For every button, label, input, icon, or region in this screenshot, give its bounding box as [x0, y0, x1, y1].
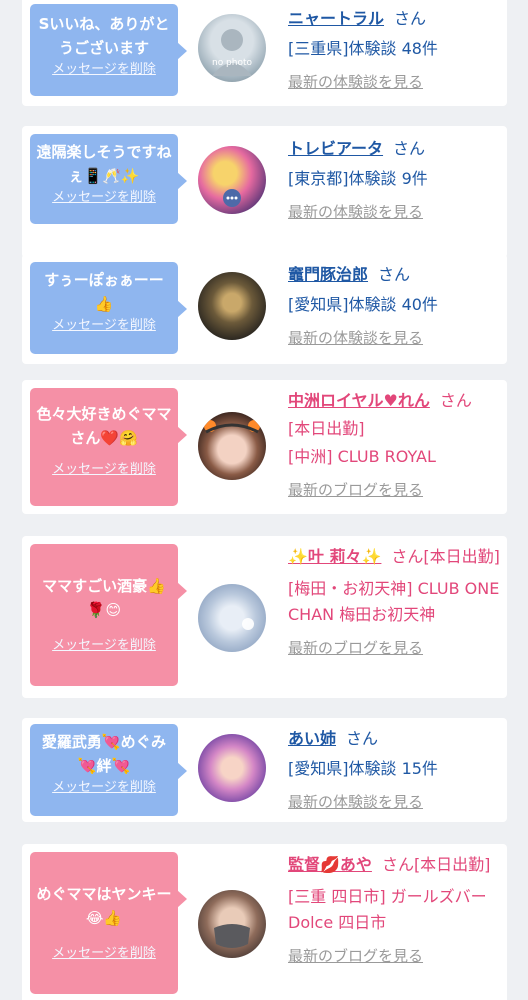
latest-link[interactable]: 最新のブログを見る [288, 478, 501, 502]
message-bubble: 色々大好きめぐママさん❤️🤗 メッセージを削除 [30, 388, 187, 506]
user-name-link[interactable]: トレビアータ [288, 139, 383, 158]
user-name-link[interactable]: ✨叶 莉々✨ [288, 547, 381, 566]
user-shop: [三重 四日市] ガールズバー Dolce 四日市 [288, 887, 487, 932]
message-text: 色々大好きめぐママさん❤️🤗 [36, 405, 172, 447]
user-info: ニャートラル さん [三重県]体験談 48件 最新の体験談を見る [288, 6, 501, 94]
message-bubble: 愛羅武勇💘めぐみ💘絆💘 メッセージを削除 [30, 724, 187, 816]
avatar[interactable] [198, 584, 266, 652]
avatar[interactable] [198, 890, 266, 958]
user-detail: [東京都]体験談 9件 [288, 169, 428, 188]
latest-link[interactable]: 最新のブログを見る [288, 636, 501, 660]
flower-icon [242, 618, 254, 630]
user-info: あい姉 さん [愛知県]体験談 15件 最新の体験談を見る [288, 726, 501, 814]
message-bubble: Sいいね、ありがとうございます メッセージを削除 [30, 4, 187, 96]
avatar[interactable] [198, 734, 266, 802]
honorific: さん[本日出勤] [381, 855, 491, 874]
delete-message-link[interactable]: メッセージを削除 [36, 188, 172, 208]
user-status: [本日出勤] [288, 419, 365, 438]
message-bubble: めぐママはヤンキー😂👍 メッセージを削除 [30, 852, 187, 994]
user-shop: [中洲] CLUB ROYAL [288, 447, 436, 466]
message-bubble: すぅーぽぉぁーー👍 メッセージを削除 [30, 262, 187, 354]
message-text: めぐママはヤンキー😂👍 [36, 885, 172, 927]
user-name-link[interactable]: ニャートラル [288, 9, 384, 28]
avatar[interactable]: no photo [198, 14, 266, 82]
latest-link[interactable]: 最新の体験談を見る [288, 790, 501, 814]
list-item: すぅーぽぉぁーー👍 メッセージを削除 竈門豚治郎 さん [愛知県]体験談 40件 … [22, 254, 507, 364]
svg-text:no photo: no photo [212, 58, 253, 68]
latest-link[interactable]: 最新の体験談を見る [288, 70, 501, 94]
user-info: 監督💋あや さん[本日出勤] [三重 四日市] ガールズバー Dolce 四日市 … [288, 852, 501, 968]
message-text: Sいいね、ありがとうございます [38, 15, 170, 57]
delete-message-link[interactable]: メッセージを削除 [36, 636, 172, 656]
message-text: 愛羅武勇💘めぐみ💘絆💘 [41, 733, 167, 775]
list-item: 愛羅武勇💘めぐみ💘絆💘 メッセージを削除 あい姉 さん [愛知県]体験談 15件 … [22, 718, 507, 822]
mask-icon [214, 924, 250, 948]
delete-message-link[interactable]: メッセージを削除 [36, 316, 172, 336]
user-detail: [愛知県]体験談 40件 [288, 295, 438, 314]
honorific: さん [378, 265, 411, 284]
user-detail: [三重県]体験談 48件 [288, 39, 438, 58]
honorific: さん [394, 9, 427, 28]
latest-link[interactable]: 最新の体験談を見る [288, 326, 501, 350]
delete-message-link[interactable]: メッセージを削除 [36, 778, 172, 798]
user-info: 竈門豚治郎 さん [愛知県]体験談 40件 最新の体験談を見る [288, 262, 501, 350]
message-text: ママすごい酒豪👍🌹😊 [42, 577, 166, 619]
honorific: さん [393, 139, 426, 158]
message-text: すぅーぽぉぁーー👍 [44, 271, 164, 313]
list-item: 遠隔楽しそうですねぇ📱🥂✨ メッセージを削除 トレビアータ さん [東京都]体験談… [22, 126, 507, 258]
user-info: ✨叶 莉々✨ さん[本日出勤] [梅田・お初天神] CLUB ONE CHAN 梅… [288, 544, 501, 660]
avatar[interactable] [198, 412, 266, 480]
message-text: 遠隔楽しそうですねぇ📱🥂✨ [36, 143, 172, 185]
honorific: さん[本日出勤] [391, 547, 500, 566]
list-item: めぐママはヤンキー😂👍 メッセージを削除 監督💋あや さん[本日出勤] [三重 四… [22, 844, 507, 1000]
user-shop: [梅田・お初天神] CLUB ONE CHAN 梅田お初天神 [288, 579, 500, 624]
no-photo-icon: no photo [212, 29, 253, 76]
delete-message-link[interactable]: メッセージを削除 [36, 460, 172, 480]
list-item: ママすごい酒豪👍🌹😊 メッセージを削除 ✨叶 莉々✨ さん[本日出勤] [梅田・お… [22, 536, 507, 698]
list-item: Sいいね、ありがとうございます メッセージを削除 no photo ニャートラル… [22, 0, 507, 106]
message-bubble: ママすごい酒豪👍🌹😊 メッセージを削除 [30, 544, 187, 686]
avatar[interactable] [198, 272, 266, 340]
avatar[interactable] [198, 146, 266, 214]
chat-bubble-icon [223, 189, 241, 207]
honorific: さん [439, 391, 472, 410]
user-detail: [愛知県]体験談 15件 [288, 759, 438, 778]
user-info: 中洲ロイヤル♥れん さん [本日出勤] [中洲] CLUB ROYAL 最新のブロ… [288, 388, 501, 502]
delete-message-link[interactable]: メッセージを削除 [36, 60, 172, 80]
user-name-link[interactable]: あい姉 [288, 729, 336, 748]
user-name-link[interactable]: 中洲ロイヤル♥れん [288, 391, 430, 410]
user-name-link[interactable]: 竈門豚治郎 [288, 265, 368, 284]
user-info: トレビアータ さん [東京都]体験談 9件 最新の体験談を見る [288, 136, 501, 224]
headband-icon [204, 420, 260, 434]
message-bubble: 遠隔楽しそうですねぇ📱🥂✨ メッセージを削除 [30, 134, 187, 224]
honorific: さん [346, 729, 379, 748]
list-item: 色々大好きめぐママさん❤️🤗 メッセージを削除 中洲ロイヤル♥れん さん [本日出… [22, 380, 507, 514]
delete-message-link[interactable]: メッセージを削除 [36, 944, 172, 964]
latest-link[interactable]: 最新のブログを見る [288, 944, 501, 968]
latest-link[interactable]: 最新の体験談を見る [288, 200, 501, 224]
user-name-link[interactable]: 監督💋あや [288, 855, 372, 874]
